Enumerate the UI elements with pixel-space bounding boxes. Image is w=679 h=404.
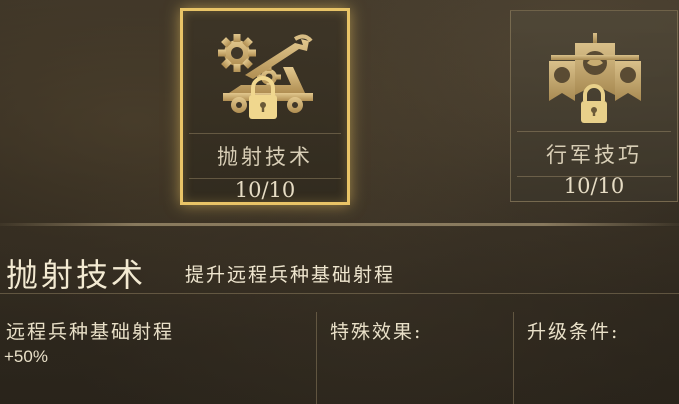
skill-card-name: 抛射技术: [189, 133, 341, 179]
effect-name: 远程兵种基础射程: [6, 321, 175, 343]
lock-icon: [249, 76, 277, 119]
panel-top-divider: [0, 223, 679, 226]
skill-card-catapult[interactable]: 抛射技术 10/10: [180, 8, 350, 205]
column-separator: [316, 312, 317, 404]
skill-card-level: 10/10: [234, 178, 296, 202]
skill-detail-title: 抛射技术: [6, 256, 147, 294]
lock-icon: [581, 84, 607, 123]
special-effect-label: 特殊效果:: [330, 321, 423, 343]
skill-card-march[interactable]: 行军技巧 10/10: [510, 10, 678, 202]
war-banners-icon: [511, 15, 677, 133]
column-separator: [513, 312, 514, 404]
panel-mid-divider: [0, 293, 679, 294]
skill-card-name: 行军技巧: [517, 131, 671, 177]
catapult-gears-icon: [183, 15, 347, 133]
upgrade-condition-label: 升级条件:: [527, 321, 620, 343]
skill-card-level: 10/10: [563, 174, 625, 198]
skill-detail-description: 提升远程兵种基础射程: [185, 264, 396, 286]
effect-value: +50%: [4, 347, 48, 366]
